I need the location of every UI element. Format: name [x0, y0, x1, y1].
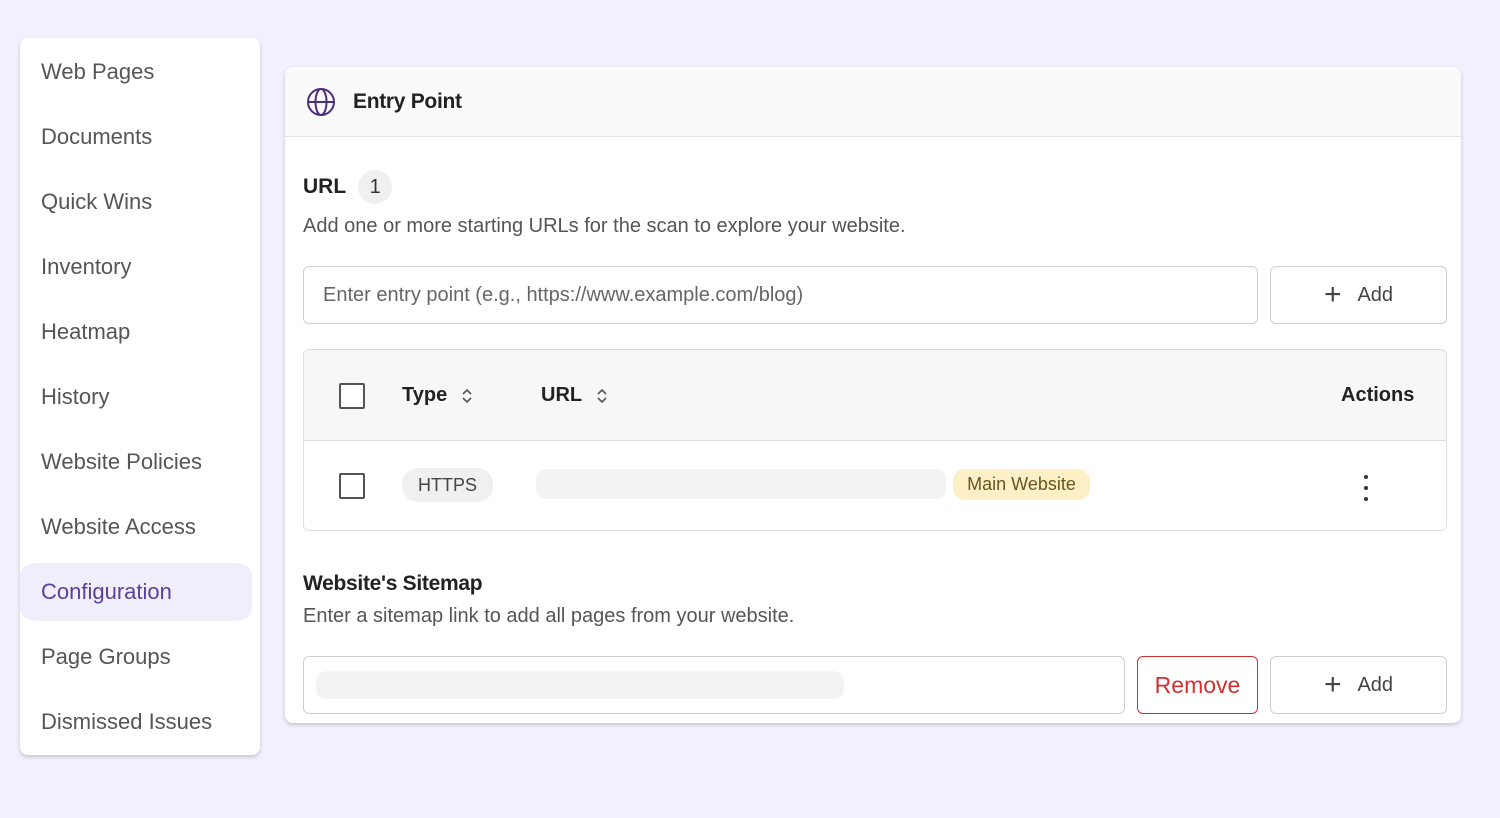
main-website-tag: Main Website — [953, 469, 1090, 500]
add-entry-label: Add — [1357, 283, 1394, 306]
entry-point-input[interactable]: Enter entry point (e.g., https://www.exa… — [303, 266, 1258, 324]
sidebar-item-inventory[interactable]: Inventory — [20, 238, 252, 296]
table-row: HTTPS Main Website — [304, 441, 1446, 530]
select-all-checkbox[interactable] — [339, 383, 365, 409]
add-entry-button[interactable]: + Add — [1270, 266, 1447, 324]
remove-sitemap-button[interactable]: Remove — [1137, 656, 1258, 714]
card-header: Entry Point — [285, 67, 1461, 137]
entry-point-card: Entry Point URL 1 Add one or more starti… — [285, 67, 1461, 723]
url-column-header[interactable]: URL — [541, 384, 608, 407]
plus-icon: + — [1323, 278, 1342, 311]
add-sitemap-label: Add — [1357, 673, 1394, 696]
url-section-label: URL 1 — [303, 170, 393, 204]
sitemap-title: Website's Sitemap — [303, 572, 483, 595]
sitemap-placeholder-bar — [316, 671, 844, 699]
sidebar-item-website-access[interactable]: Website Access — [20, 498, 252, 556]
sitemap-helper-text: Enter a sitemap link to add all pages fr… — [303, 605, 795, 627]
actions-column-header: Actions — [1341, 384, 1414, 407]
type-column-header[interactable]: Type — [402, 384, 473, 407]
url-header-label: URL — [541, 384, 583, 406]
sidebar-item-website-policies[interactable]: Website Policies — [20, 433, 252, 491]
table-header: Type URL Actions — [304, 350, 1446, 441]
sitemap-input[interactable] — [303, 656, 1125, 714]
url-count-badge: 1 — [358, 170, 393, 204]
type-chip: HTTPS — [402, 468, 493, 502]
sidebar-item-dismissed-issues[interactable]: Dismissed Issues — [20, 693, 252, 751]
actions-header-label: Actions — [1341, 384, 1415, 406]
url-placeholder-bar — [536, 469, 946, 499]
more-options-icon[interactable] — [1362, 475, 1370, 503]
sidebar-item-heatmap[interactable]: Heatmap — [20, 303, 252, 361]
entry-table: Type URL Actions HTTPS Main Website — [303, 349, 1447, 531]
add-sitemap-button[interactable]: + Add — [1270, 656, 1447, 714]
card-title: Entry Point — [353, 89, 462, 113]
sidebar-item-web-pages[interactable]: Web Pages — [20, 43, 252, 101]
row-checkbox[interactable] — [339, 473, 365, 499]
globe-icon — [307, 87, 335, 116]
type-header-label: Type — [402, 384, 448, 406]
sort-icon — [597, 388, 607, 403]
url-helper-text: Add one or more starting URLs for the sc… — [303, 215, 906, 237]
sidebar-item-documents[interactable]: Documents — [20, 108, 252, 166]
sidebar-item-history[interactable]: History — [20, 368, 252, 426]
sort-icon — [462, 388, 472, 403]
sidebar: Web Pages Documents Quick Wins Inventory… — [20, 38, 260, 755]
plus-icon: + — [1323, 668, 1342, 701]
sidebar-item-configuration[interactable]: Configuration — [20, 563, 252, 621]
sidebar-item-quick-wins[interactable]: Quick Wins — [20, 173, 252, 231]
url-label: URL — [303, 175, 347, 198]
sidebar-item-page-groups[interactable]: Page Groups — [20, 628, 252, 686]
entry-point-placeholder: Enter entry point (e.g., https://www.exa… — [323, 283, 804, 306]
